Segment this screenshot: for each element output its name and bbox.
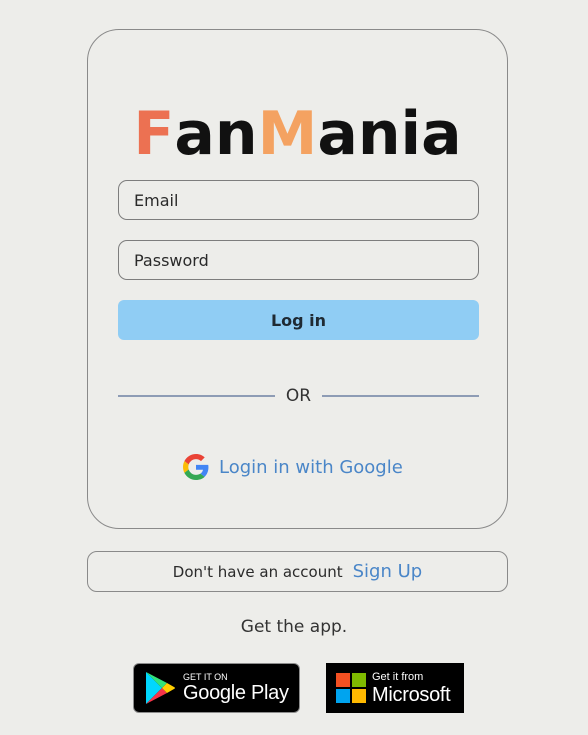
get-app-text: Get the app.: [240, 617, 348, 637]
google-play-icon: [146, 672, 175, 704]
google-play-small-text: GET IT ON: [183, 672, 228, 682]
google-login-button[interactable]: Login in with Google: [183, 452, 403, 482]
microsoft-store-text: Get it from Microsoft: [372, 670, 451, 706]
logo-part-ania: ania: [317, 99, 462, 169]
signup-link[interactable]: Sign Up: [353, 561, 423, 582]
google-play-big-text: Google Play: [183, 682, 289, 704]
google-g-icon: [183, 454, 209, 480]
signup-box: Don't have an account Sign Up: [87, 551, 508, 592]
login-card: FanMania Log in OR Login in with Google: [87, 29, 508, 529]
login-button[interactable]: Log in: [118, 300, 479, 340]
email-input[interactable]: [118, 180, 479, 220]
google-play-text: GET IT ON Google Play: [183, 672, 289, 704]
microsoft-logo-icon: [336, 673, 366, 703]
password-input[interactable]: [118, 240, 479, 280]
microsoft-store-badge[interactable]: Get it from Microsoft: [326, 663, 464, 713]
google-play-badge[interactable]: GET IT ON Google Play: [133, 663, 300, 713]
logo-part-f: F: [133, 99, 175, 169]
or-divider: OR: [118, 383, 479, 409]
fanmania-logo: FanMania: [88, 98, 507, 170]
microsoft-small-text: Get it from: [372, 670, 424, 683]
divider-line-right: [322, 395, 479, 397]
logo-part-m: M: [257, 99, 318, 169]
signup-prompt: Don't have an account: [172, 562, 343, 581]
google-login-label: Login in with Google: [219, 456, 403, 478]
microsoft-big-text: Microsoft: [372, 683, 451, 706]
logo-part-an: an: [174, 99, 258, 169]
